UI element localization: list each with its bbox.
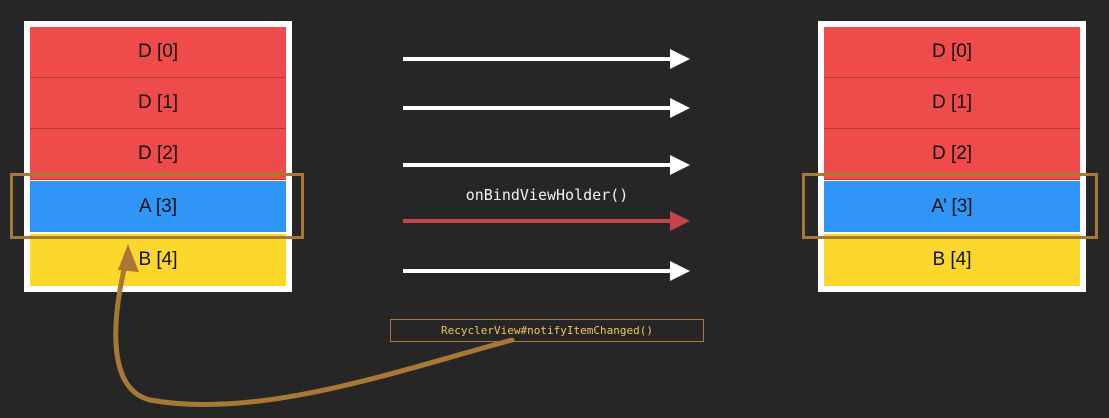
arrows-layer [113,49,690,408]
notify-curve-arrow-head [118,244,139,272]
arrow-item-1-head [670,98,690,118]
arrow-item-2-head [670,155,690,175]
notify-item-changed-label: RecyclerView#notifyItemChanged() [441,324,653,337]
notify-item-changed-box: RecyclerView#notifyItemChanged() [390,319,704,342]
diagram-canvas: D [0] D [1] D [2] A [3] B [4] D [0] D [1… [0,0,1109,418]
arrow-item-4-head [670,261,690,281]
arrow-item-0-head [670,49,690,69]
arrow-bind-head [670,211,690,231]
bind-view-holder-label: onBindViewHolder() [465,186,629,204]
